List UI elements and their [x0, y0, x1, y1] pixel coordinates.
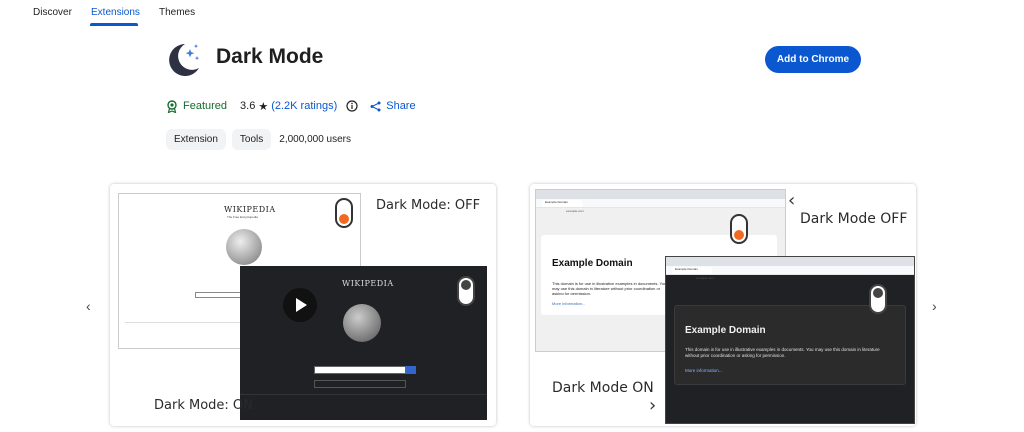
- dark-mode-off-label-2: Dark Mode OFF: [800, 211, 908, 227]
- dark-mode-off-label: Dark Mode: OFF: [376, 198, 481, 213]
- moon-stars-icon: [169, 44, 200, 76]
- carousel-next-arrow[interactable]: ›: [932, 298, 937, 314]
- dark-domain-title: Example Domain: [685, 325, 766, 336]
- wiki-brand-dark: WIKIPEDIA: [342, 279, 394, 288]
- chip-extension[interactable]: Extension: [166, 129, 226, 150]
- light-more-info-link: More information...: [552, 301, 586, 306]
- nav-themes[interactable]: Themes: [159, 7, 195, 18]
- dark-mode-on-label: Dark Mode: ON: [154, 398, 253, 413]
- dark-domain-text: This domain is for use in illustrative e…: [685, 347, 880, 358]
- nav-active-indicator: [90, 23, 138, 26]
- wiki-brand: WIKIPEDIA: [224, 205, 276, 214]
- featured-label: Featured: [183, 100, 228, 112]
- wiki-search-box-dark: [314, 366, 406, 374]
- wiki-tagline: The Free Encyclopedia: [227, 215, 258, 219]
- featured-icon: [167, 99, 177, 113]
- meta-row: Featured 3.6 ★ (2.2K ratings) Share: [166, 97, 416, 115]
- ratings-link[interactable]: (2.2K ratings): [271, 100, 337, 112]
- forward-chevron-icon: ›: [649, 395, 657, 416]
- add-to-chrome-button[interactable]: Add to Chrome: [765, 46, 861, 73]
- dark-mode-on-label-2: Dark Mode ON: [552, 380, 654, 396]
- share-icon: [370, 101, 381, 111]
- light-domain-title: Example Domain: [552, 258, 633, 269]
- browser-url: example.com: [566, 209, 584, 213]
- category-chips: Extension Tools 2,000,000 users: [166, 129, 351, 150]
- screenshot-slide-1[interactable]: WIKIPEDIA The Free Encyclopedia Dark Mod…: [110, 184, 496, 426]
- browser-url-2: example.com: [696, 276, 714, 280]
- info-icon[interactable]: [346, 100, 358, 112]
- star-icon: ★: [258, 100, 269, 113]
- nav-extensions[interactable]: Extensions: [91, 7, 140, 18]
- light-domain-text: This domain is for use in illustrative e…: [552, 281, 667, 295]
- carousel-prev-arrow[interactable]: ‹: [86, 298, 91, 314]
- share-label: Share: [386, 100, 416, 112]
- user-count: 2,000,000 users: [279, 134, 351, 145]
- nav-discover[interactable]: Discover: [33, 7, 72, 18]
- share-button[interactable]: Share: [370, 100, 416, 112]
- top-nav: Discover Extensions Themes: [0, 0, 1024, 28]
- chip-tools[interactable]: Tools: [231, 129, 272, 150]
- back-chevron-icon: ‹: [788, 190, 796, 211]
- dark-content-card: [674, 305, 906, 385]
- screenshot-slide-2[interactable]: Example Domain example.com Example Domai…: [530, 184, 916, 426]
- extension-title: Dark Mode: [216, 45, 324, 68]
- dark-more-info-link: More information...: [685, 368, 723, 373]
- toggle-off-icon: [335, 198, 353, 228]
- rating-value: 3.6: [240, 100, 256, 112]
- wikipedia-dark-preview: WIKIPEDIA: [240, 266, 487, 420]
- wiki-globe-dark: [343, 304, 381, 342]
- browser-dark-preview: Example Domain example.com Example Domai…: [665, 256, 915, 424]
- wiki-globe: [226, 229, 262, 265]
- play-icon[interactable]: [283, 288, 317, 322]
- toggle-off-icon-2: [730, 214, 748, 244]
- featured-badge[interactable]: Featured: [166, 99, 228, 113]
- toggle-on-icon: [457, 276, 475, 306]
- toggle-on-icon-2: [869, 284, 887, 314]
